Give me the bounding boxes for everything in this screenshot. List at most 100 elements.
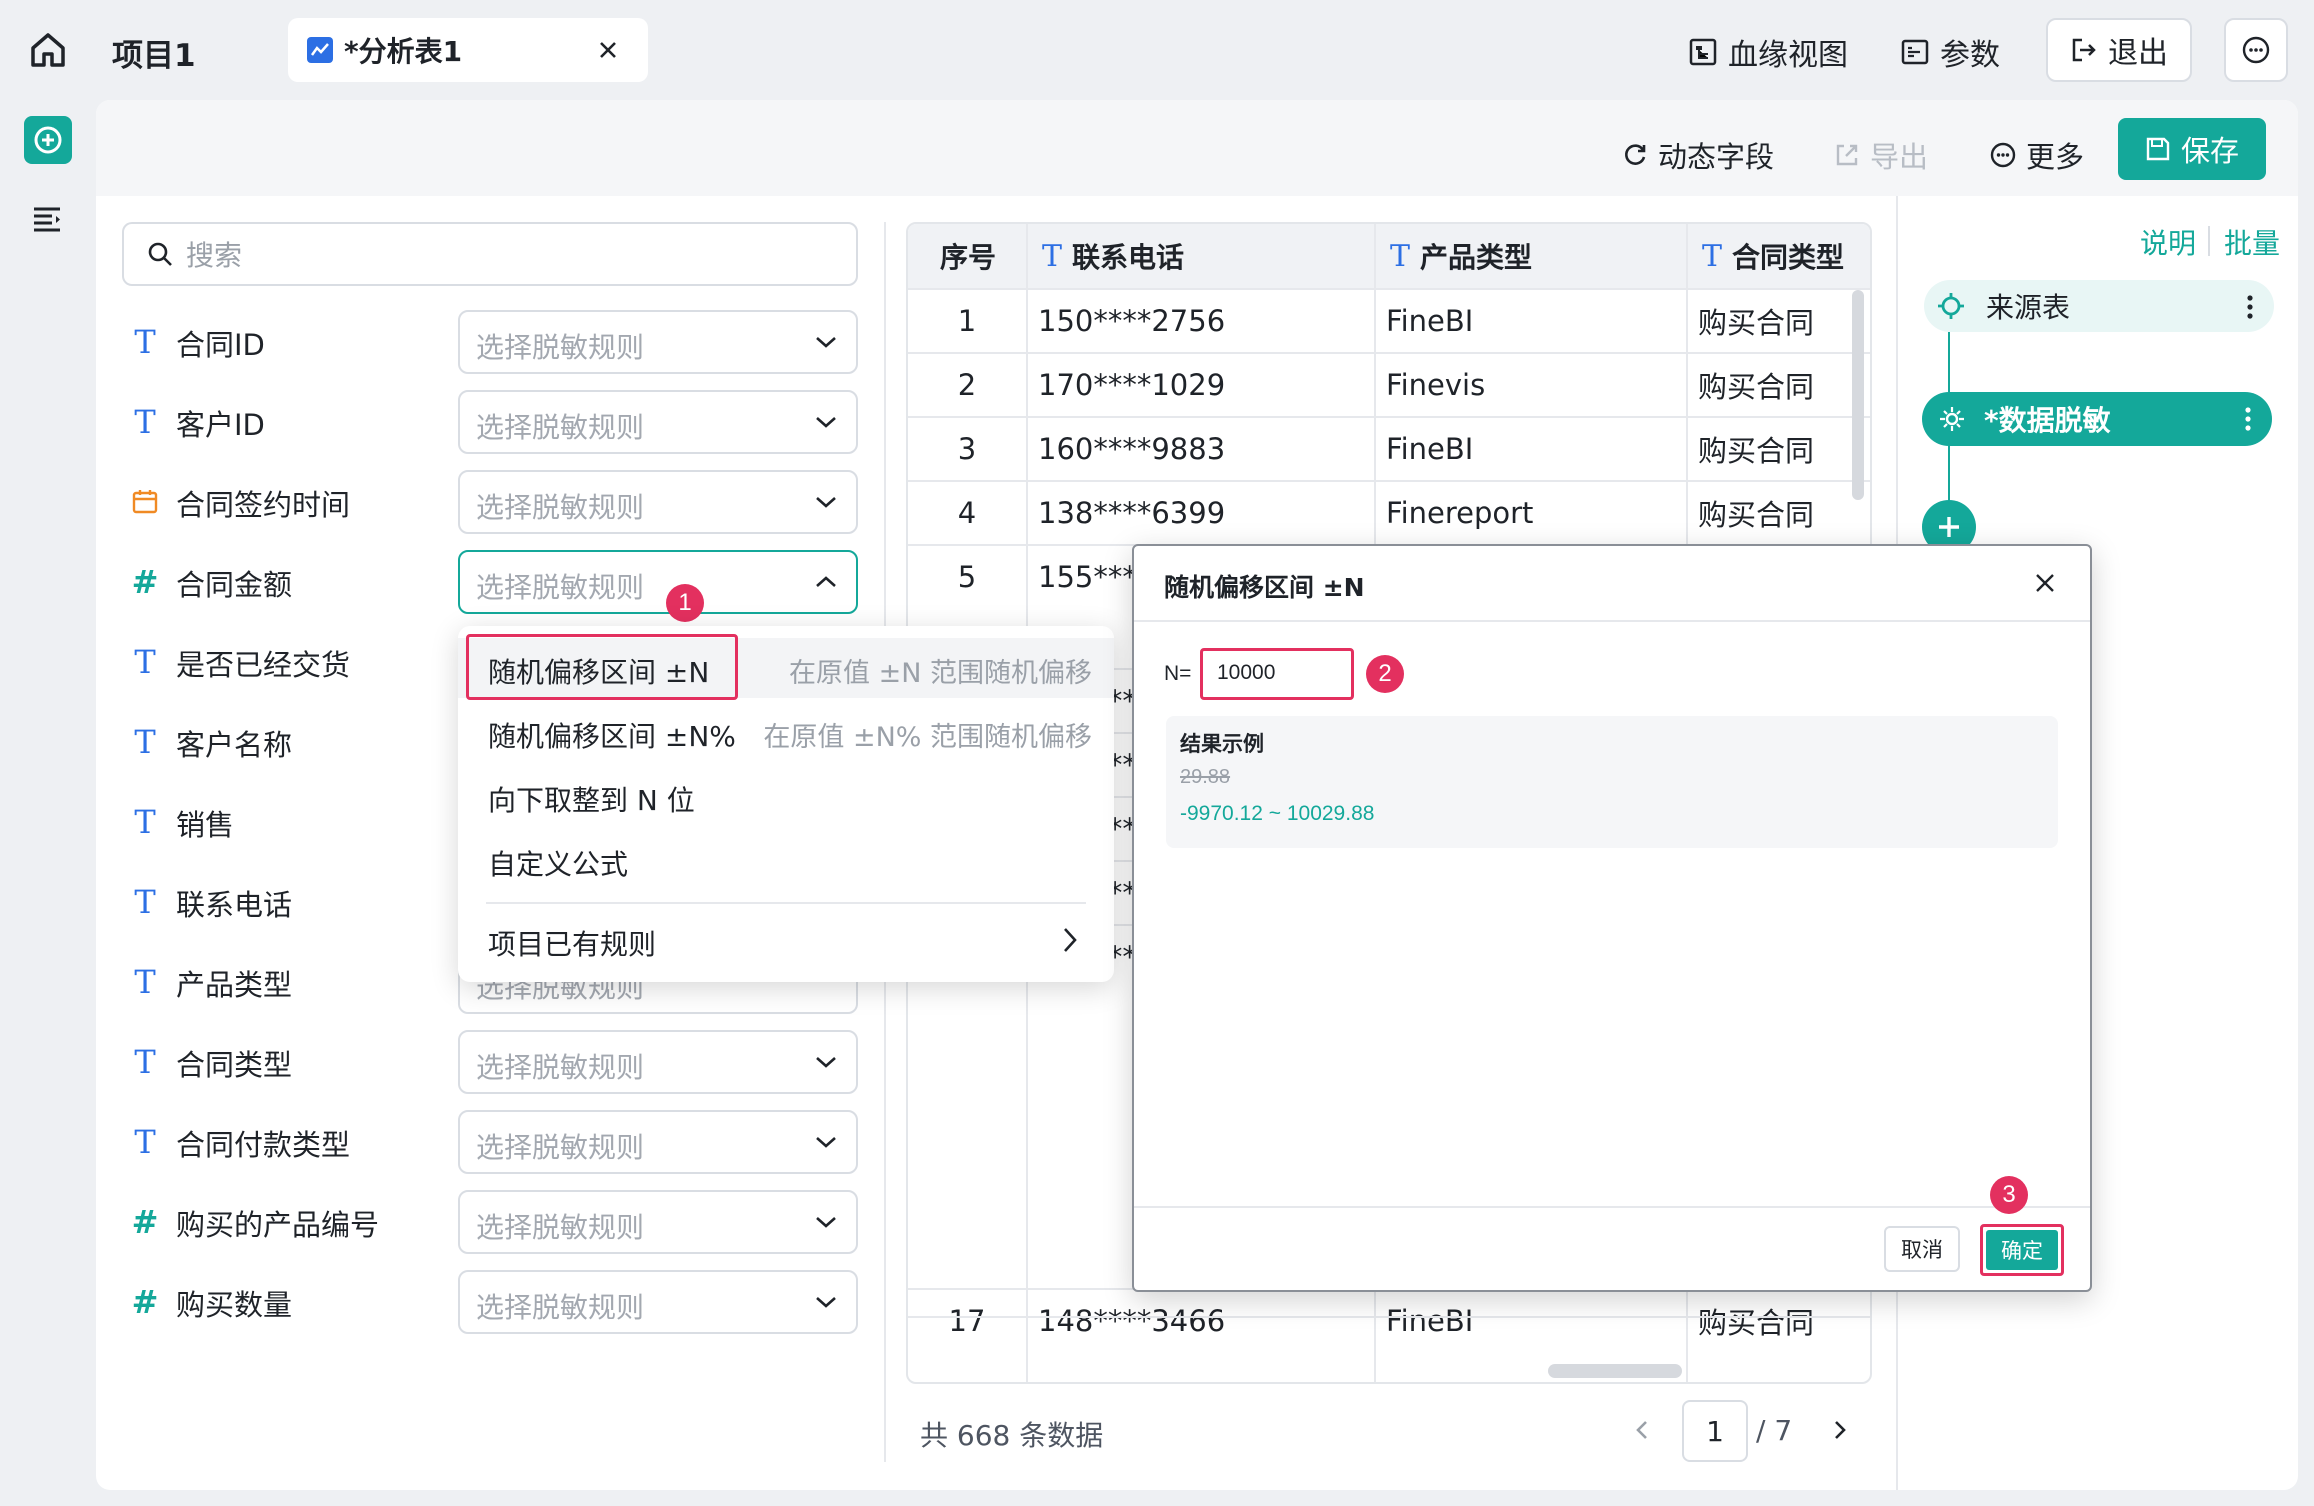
explain-link[interactable]: 说明 xyxy=(2140,222,2196,262)
select-placeholder: 选择脱敏规则 xyxy=(476,1211,645,1244)
col-header-phone[interactable]: T 联系电话 xyxy=(1042,224,1184,288)
flow-connector xyxy=(1948,446,1950,506)
cancel-label: 取消 xyxy=(1901,1238,1943,1262)
exit-button[interactable]: 退出 xyxy=(2046,18,2192,82)
dynamic-field-button[interactable]: 动态字段 xyxy=(1622,134,1774,176)
number-type-icon: # xyxy=(131,1203,159,1241)
chevron-down-icon xyxy=(816,1297,836,1308)
row-index-cell: 3 xyxy=(957,432,977,466)
select-placeholder: 选择脱敏规则 xyxy=(476,491,645,524)
table-row[interactable]: 2 170****1029 Finevis 购买合同 xyxy=(908,352,1870,416)
save-button[interactable]: 保存 xyxy=(2118,118,2266,180)
mask-rule-select[interactable]: 选择脱敏规则 xyxy=(458,1190,858,1254)
mask-rule-select-open[interactable]: 选择脱敏规则 xyxy=(458,550,858,614)
page-number: 1 xyxy=(1706,1414,1724,1448)
mask-rule-select[interactable]: 选择脱敏规则 xyxy=(458,310,858,374)
chevron-down-icon xyxy=(816,337,836,348)
page-input[interactable]: 1 xyxy=(1682,1400,1748,1462)
table-row xyxy=(908,1316,1870,1380)
mask-rule-select[interactable]: 选择脱敏规则 xyxy=(458,1270,858,1334)
calendar-icon xyxy=(130,484,160,520)
project-name[interactable]: 项目1 xyxy=(112,30,196,75)
table-cell: Finereport xyxy=(1386,496,1534,530)
field-name: 客户名称 xyxy=(176,728,293,762)
cancel-button[interactable]: 取消 xyxy=(1884,1226,1960,1272)
dropdown-item-label: 随机偏移区间 ±N% xyxy=(488,720,736,753)
search-box[interactable]: 搜索 xyxy=(122,222,858,286)
field-name: 产品类型 xyxy=(176,968,293,1002)
n-input-box xyxy=(1200,648,1354,700)
exit-label: 退出 xyxy=(2108,36,2168,71)
original-value: 29.88 xyxy=(1180,766,1231,788)
link-divider xyxy=(2208,226,2210,256)
row-index-cell: 4 xyxy=(957,496,977,530)
more-button[interactable]: 更多 xyxy=(1990,134,2084,176)
params-label: 参数 xyxy=(1940,38,2000,73)
chevron-down-icon xyxy=(816,497,836,508)
dropdown-item-floor[interactable]: 向下取整到 N 位 xyxy=(458,766,1114,826)
horizontal-scrollbar[interactable] xyxy=(1548,1364,1682,1378)
tab-analysis[interactable] xyxy=(288,18,648,82)
dropdown-item-label: 向下取整到 N 位 xyxy=(488,784,695,817)
prev-page-icon[interactable] xyxy=(1632,1418,1652,1442)
field-name: 合同ID xyxy=(176,328,265,362)
exit-icon xyxy=(2072,38,2096,62)
field-row-quantity: # 购买数量 选择脱敏规则 xyxy=(130,1270,860,1334)
mask-rule-select[interactable]: 选择脱敏规则 xyxy=(458,470,858,534)
col-header-label: 序号 xyxy=(940,241,997,274)
field-name: 销售 xyxy=(176,808,235,842)
step-badge-3: 3 xyxy=(1990,1176,2028,1214)
chevron-down-icon xyxy=(816,417,836,428)
params-button[interactable]: 参数 xyxy=(1900,30,2000,74)
dropdown-item-custom-formula[interactable]: 自定义公式 xyxy=(458,830,1114,890)
node-menu-icon[interactable] xyxy=(2246,294,2254,320)
home-icon[interactable] xyxy=(28,30,68,70)
col-header-index[interactable]: 序号 xyxy=(940,224,996,288)
mask-rule-select[interactable]: 选择脱敏规则 xyxy=(458,1030,858,1094)
table-cell: 170****1029 xyxy=(1038,368,1226,402)
batch-link[interactable]: 批量 xyxy=(2224,222,2280,262)
more-menu-button[interactable] xyxy=(2224,18,2288,82)
field-name: 合同付款类型 xyxy=(176,1128,351,1162)
confirm-button[interactable]: 确定 xyxy=(1980,1224,2064,1276)
dropdown-item-label: 自定义公式 xyxy=(488,848,629,881)
n-input[interactable] xyxy=(1217,661,1337,685)
field-name: 合同类型 xyxy=(176,1048,293,1082)
col-header-contract[interactable]: T 合同类型 xyxy=(1702,224,1844,288)
export-button[interactable]: 导出 xyxy=(1834,134,1928,176)
chevron-down-icon xyxy=(816,1057,836,1068)
table-row[interactable]: 3 160****9883 FineBI 购买合同 xyxy=(908,416,1870,480)
select-placeholder: 选择脱敏规则 xyxy=(476,571,645,604)
text-type-icon: T xyxy=(1702,238,1723,274)
table-row[interactable]: 1 150****2756 FineBI 购买合同 xyxy=(908,288,1870,352)
select-placeholder: 选择脱敏规则 xyxy=(476,1291,645,1324)
chart-icon xyxy=(306,36,334,64)
dropdown-item-label: 项目已有规则 xyxy=(488,928,657,961)
dropdown-item-desc: 在原值 ±N% 范围随机偏移 xyxy=(763,722,1092,753)
params-icon xyxy=(1901,39,1929,65)
dialog-close-icon[interactable] xyxy=(2034,572,2056,594)
field-row-contract-id: T 合同ID 选择脱敏规则 xyxy=(130,310,860,374)
dropdown-item-project-rules[interactable]: 项目已有规则 xyxy=(458,910,1114,970)
source-table-node[interactable]: 来源表 xyxy=(1924,280,2274,332)
close-tab-icon[interactable] xyxy=(596,38,620,62)
outline-list-icon[interactable] xyxy=(32,206,62,232)
result-range: -9970.12 ~ 10029.88 xyxy=(1180,802,1375,825)
col-header-product[interactable]: T 产品类型 xyxy=(1390,224,1532,288)
lineage-view-button[interactable]: 血缘视图 xyxy=(1688,30,1848,74)
add-button[interactable] xyxy=(24,116,72,164)
table-cell: Finevis xyxy=(1386,368,1486,402)
vertical-scrollbar[interactable] xyxy=(1852,290,1864,500)
table-row[interactable]: 4 138****6399 Finereport 购买合同 xyxy=(908,480,1870,544)
dialog-footer-divider xyxy=(1134,1206,2090,1208)
next-page-icon[interactable] xyxy=(1830,1418,1850,1442)
node-menu-icon[interactable] xyxy=(2244,406,2252,432)
dropdown-item-offset-percent[interactable]: 随机偏移区间 ±N% 在原值 ±N% 范围随机偏移 xyxy=(458,702,1114,762)
mask-rule-select[interactable]: 选择脱敏规则 xyxy=(458,1110,858,1174)
toolbar xyxy=(96,100,2298,196)
data-mask-node[interactable]: *数据脱敏 xyxy=(1922,392,2272,446)
tab-title: *分析表1 xyxy=(344,35,463,68)
mask-rule-select[interactable]: 选择脱敏规则 xyxy=(458,390,858,454)
more-circle-icon xyxy=(1990,142,2016,168)
field-row-customer-id: T 客户ID 选择脱敏规则 xyxy=(130,390,860,454)
